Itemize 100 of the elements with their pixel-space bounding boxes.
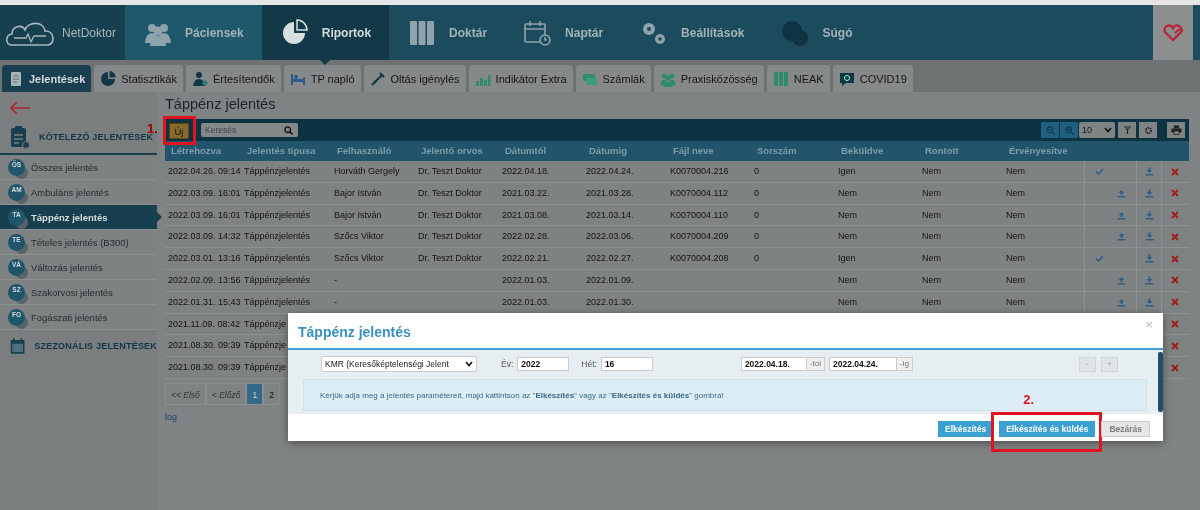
upload-icon[interactable] (1117, 188, 1126, 198)
delete-icon[interactable] (1170, 254, 1179, 263)
delete-icon[interactable] (1170, 276, 1179, 285)
page-size-select[interactable]: 10 (1079, 122, 1115, 138)
column-header[interactable]: Beküldve (835, 141, 919, 161)
search-icon (284, 126, 293, 135)
nav-item[interactable]: Súgó (762, 5, 871, 60)
nav-item[interactable]: Páciensek (125, 5, 262, 60)
back-arrow-icon[interactable] (9, 101, 31, 115)
column-header[interactable]: Felhasználó (331, 141, 415, 161)
download-icon[interactable] (1144, 210, 1154, 220)
filter-button[interactable] (1118, 122, 1136, 138)
download-icon[interactable] (1144, 297, 1154, 307)
tab[interactable]: TP napló (283, 65, 361, 92)
delete-icon[interactable] (1170, 211, 1179, 220)
date-from-field[interactable]: 2022.04.18. (740, 357, 807, 371)
date-to-field[interactable]: 2022.04.24. (829, 357, 897, 371)
binders-icon (772, 70, 789, 87)
download-icon[interactable] (1144, 254, 1154, 264)
delete-icon[interactable] (1170, 167, 1179, 176)
table-cell: 2021.03.28. (586, 187, 634, 198)
nav-item[interactable]: Doktár (389, 5, 506, 60)
search-field[interactable]: Keresés (201, 123, 298, 137)
column-header[interactable]: Létrehozva (165, 141, 241, 161)
table-cell: 0 (754, 231, 759, 242)
table-cell: Táppénzje (244, 362, 287, 373)
nav-item[interactable]: Naptár (505, 5, 622, 60)
settings-button[interactable] (1139, 122, 1157, 138)
table-cell: 0 (754, 187, 759, 198)
tab[interactable]: Praxisközösség (653, 65, 764, 92)
tab[interactable]: Statisztikák (94, 65, 183, 92)
upload-icon[interactable] (1117, 232, 1126, 242)
table-cell: 2022.02.27. (586, 253, 634, 264)
table-cell: Nem (1006, 187, 1025, 198)
zoom-in-button[interactable] (1060, 122, 1078, 138)
upload-icon[interactable] (1117, 276, 1126, 285)
print-button[interactable] (1167, 122, 1185, 138)
tab[interactable]: NEAK (766, 65, 830, 92)
week-field[interactable]: 16 (600, 357, 653, 371)
upload-icon[interactable] (1117, 297, 1126, 307)
tab[interactable]: Oltás igénylés (363, 65, 466, 92)
table-cell: Nem (1006, 231, 1025, 242)
heart-icon (1162, 23, 1184, 42)
table-cell: Nem (838, 275, 857, 285)
upload-icon[interactable] (1117, 210, 1126, 220)
delete-icon[interactable] (1170, 320, 1179, 329)
year-field[interactable]: 2022 (517, 357, 570, 371)
table-cell: Nem (1006, 275, 1025, 285)
delete-icon[interactable] (1170, 341, 1179, 350)
table-cell: Dr. Teszt Doktor (418, 253, 482, 264)
column-header[interactable]: Fájl neve (667, 141, 751, 161)
section-title[interactable]: KÖTELEZŐ JELENTÉSEK (39, 132, 154, 142)
table-cell: Táppénzjelentés (244, 166, 311, 176)
column-header[interactable]: Rontott (919, 141, 1003, 161)
delete-icon[interactable] (1170, 298, 1179, 307)
tab[interactable]: Jelentések (2, 65, 92, 92)
column-header[interactable]: Jelentés típusa (241, 141, 331, 161)
new-button[interactable]: Új (169, 123, 189, 140)
download-icon[interactable] (1144, 276, 1154, 285)
report-type-select[interactable]: KMR (Keresőképtelenségi Jelent (321, 356, 477, 372)
delete-icon[interactable] (1170, 189, 1179, 198)
syringe-icon (369, 70, 386, 87)
delete-icon[interactable] (1170, 363, 1179, 372)
download-icon[interactable] (1144, 167, 1154, 176)
column-header[interactable]: Jelentő orvos (415, 141, 499, 161)
dialog-button[interactable]: Elkészítés (938, 421, 994, 437)
download-icon[interactable] (1144, 232, 1154, 242)
table-cell: - (334, 296, 337, 307)
table-cell: Szőcs Viktor (334, 253, 384, 264)
tab[interactable]: Indikátor Extra (468, 65, 573, 92)
table-cell: Igen (838, 253, 856, 264)
calendar-icon (10, 335, 26, 357)
tab[interactable]: Számlák (575, 65, 651, 92)
column-header[interactable]: Dátumig (583, 141, 667, 161)
table-cell: Táppénzje (244, 340, 287, 351)
table-cell: 2021.03.08. (502, 209, 550, 220)
pagination-button[interactable]: 2 (263, 382, 280, 405)
download-icon[interactable] (1144, 188, 1154, 198)
heart-button[interactable] (1153, 5, 1193, 60)
table-cell: 2022.01.30. (586, 296, 634, 307)
table-cell: Bajor István (334, 209, 382, 220)
pagination-button[interactable]: 1 (246, 382, 264, 405)
tab[interactable]: Értesítendők (185, 65, 281, 92)
zoom-out-button[interactable] (1041, 122, 1059, 138)
column-header[interactable]: Dátumtól (499, 141, 583, 161)
table-cell: 2022.02.09. 13:56 (168, 275, 241, 285)
table-cell: 0 (754, 166, 759, 176)
table-cell: 2021.08.30. 09:39 (168, 340, 241, 351)
table-cell: 2022.03.06. (586, 231, 634, 242)
section-title[interactable]: SZEZONÁLIS JELENTÉSEK (34, 341, 157, 351)
column-header[interactable]: Érvényesítve (1003, 141, 1084, 161)
filter-icon (1122, 125, 1132, 135)
nav-item[interactable]: Beállítások (621, 5, 763, 60)
page-title: Táppénz jelentés (165, 95, 277, 114)
dialog-button[interactable]: Elkészítés és küldés (999, 421, 1096, 437)
tab[interactable]: COVID19 (832, 65, 913, 92)
column-header[interactable]: Sorszám (751, 141, 835, 161)
table-cell: Dr. Teszt Doktor (418, 187, 482, 198)
delete-icon[interactable] (1170, 232, 1179, 241)
log-link[interactable]: log (165, 411, 177, 422)
